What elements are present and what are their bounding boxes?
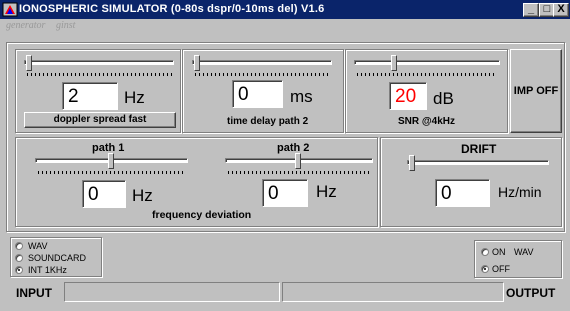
menu-bar: generator ginst: [0, 19, 570, 35]
path2-value-input[interactable]: 0: [262, 179, 308, 207]
radio-icon[interactable]: [15, 242, 23, 250]
source-radio-list: WAV SOUNDCARD INT 1KHz: [15, 240, 101, 276]
snr-slider-thumb[interactable]: [391, 55, 397, 71]
path2-unit: Hz: [316, 182, 337, 201]
delay-value-input[interactable]: 0: [232, 80, 283, 108]
maximize-icon: □: [543, 3, 551, 15]
minimize-icon: _: [527, 3, 535, 15]
path2-slider[interactable]: [225, 153, 373, 175]
window-title: IONOSPHERIC SIMULATOR (0-80s dspr/0-10ms…: [19, 3, 325, 15]
menu-item-generator[interactable]: generator: [6, 20, 45, 31]
drift-unit: Hz/min: [498, 184, 542, 200]
title-bar[interactable]: IONOSPHERIC SIMULATOR (0-80s dspr/0-10ms…: [0, 0, 570, 19]
drift-label: DRIFT: [461, 142, 497, 156]
doppler-spread-button[interactable]: doppler spread fast: [24, 112, 176, 128]
delay-slider-thumb[interactable]: [194, 55, 200, 71]
drift-slider-thumb[interactable]: [409, 155, 415, 171]
source-option-soundcard[interactable]: SOUNDCARD: [15, 253, 95, 263]
drift-slider[interactable]: [407, 155, 549, 171]
radio-icon[interactable]: [481, 248, 489, 256]
doppler-value-input[interactable]: 2: [62, 82, 118, 110]
drift-value-input[interactable]: 0: [435, 179, 490, 207]
radio-icon[interactable]: [15, 266, 23, 274]
menu-item-ginst[interactable]: ginst: [56, 20, 75, 31]
snr-unit: dB: [433, 89, 454, 108]
source-option-wav[interactable]: WAV: [15, 241, 95, 251]
minimize-button[interactable]: _: [523, 3, 539, 17]
doppler-slider-thumb[interactable]: [26, 55, 32, 71]
doppler-slider[interactable]: [24, 55, 174, 77]
wav-output-label: WAV: [514, 247, 534, 257]
output-label: OUTPUT: [506, 286, 556, 300]
snr-value-input[interactable]: 20: [389, 82, 427, 110]
path1-value-input[interactable]: 0: [82, 180, 126, 208]
wav-off-label: OFF: [492, 264, 510, 274]
path1-slider-thumb[interactable]: [108, 153, 114, 169]
source-option-label: INT 1KHz: [28, 265, 67, 275]
input-level-meter: [64, 282, 280, 302]
output-level-meter: [282, 282, 504, 302]
wav-off-option[interactable]: OFF: [481, 264, 521, 274]
imp-off-button[interactable]: IMP OFF: [510, 49, 562, 133]
close-icon: X: [557, 3, 565, 15]
path1-slider[interactable]: [35, 153, 188, 175]
snr-slider[interactable]: [354, 55, 500, 77]
source-option-int-1khz[interactable]: INT 1KHz: [15, 265, 95, 275]
wav-on-label: ON: [492, 247, 506, 257]
app-icon: [2, 2, 18, 17]
path2-slider-thumb[interactable]: [295, 153, 301, 169]
source-option-label: WAV: [28, 241, 48, 251]
input-label: INPUT: [16, 286, 52, 300]
doppler-unit: Hz: [124, 88, 145, 107]
source-option-label: SOUNDCARD: [28, 253, 87, 263]
path1-unit: Hz: [132, 186, 153, 205]
close-button[interactable]: X: [553, 3, 569, 17]
radio-icon[interactable]: [481, 265, 489, 273]
frequency-deviation-caption: frequency deviation: [152, 209, 252, 221]
delay-unit: ms: [290, 87, 313, 106]
delay-caption: time delay path 2: [227, 116, 309, 127]
snr-caption: SNR @4kHz: [398, 116, 455, 127]
radio-icon[interactable]: [15, 254, 23, 262]
delay-slider[interactable]: [192, 55, 332, 77]
